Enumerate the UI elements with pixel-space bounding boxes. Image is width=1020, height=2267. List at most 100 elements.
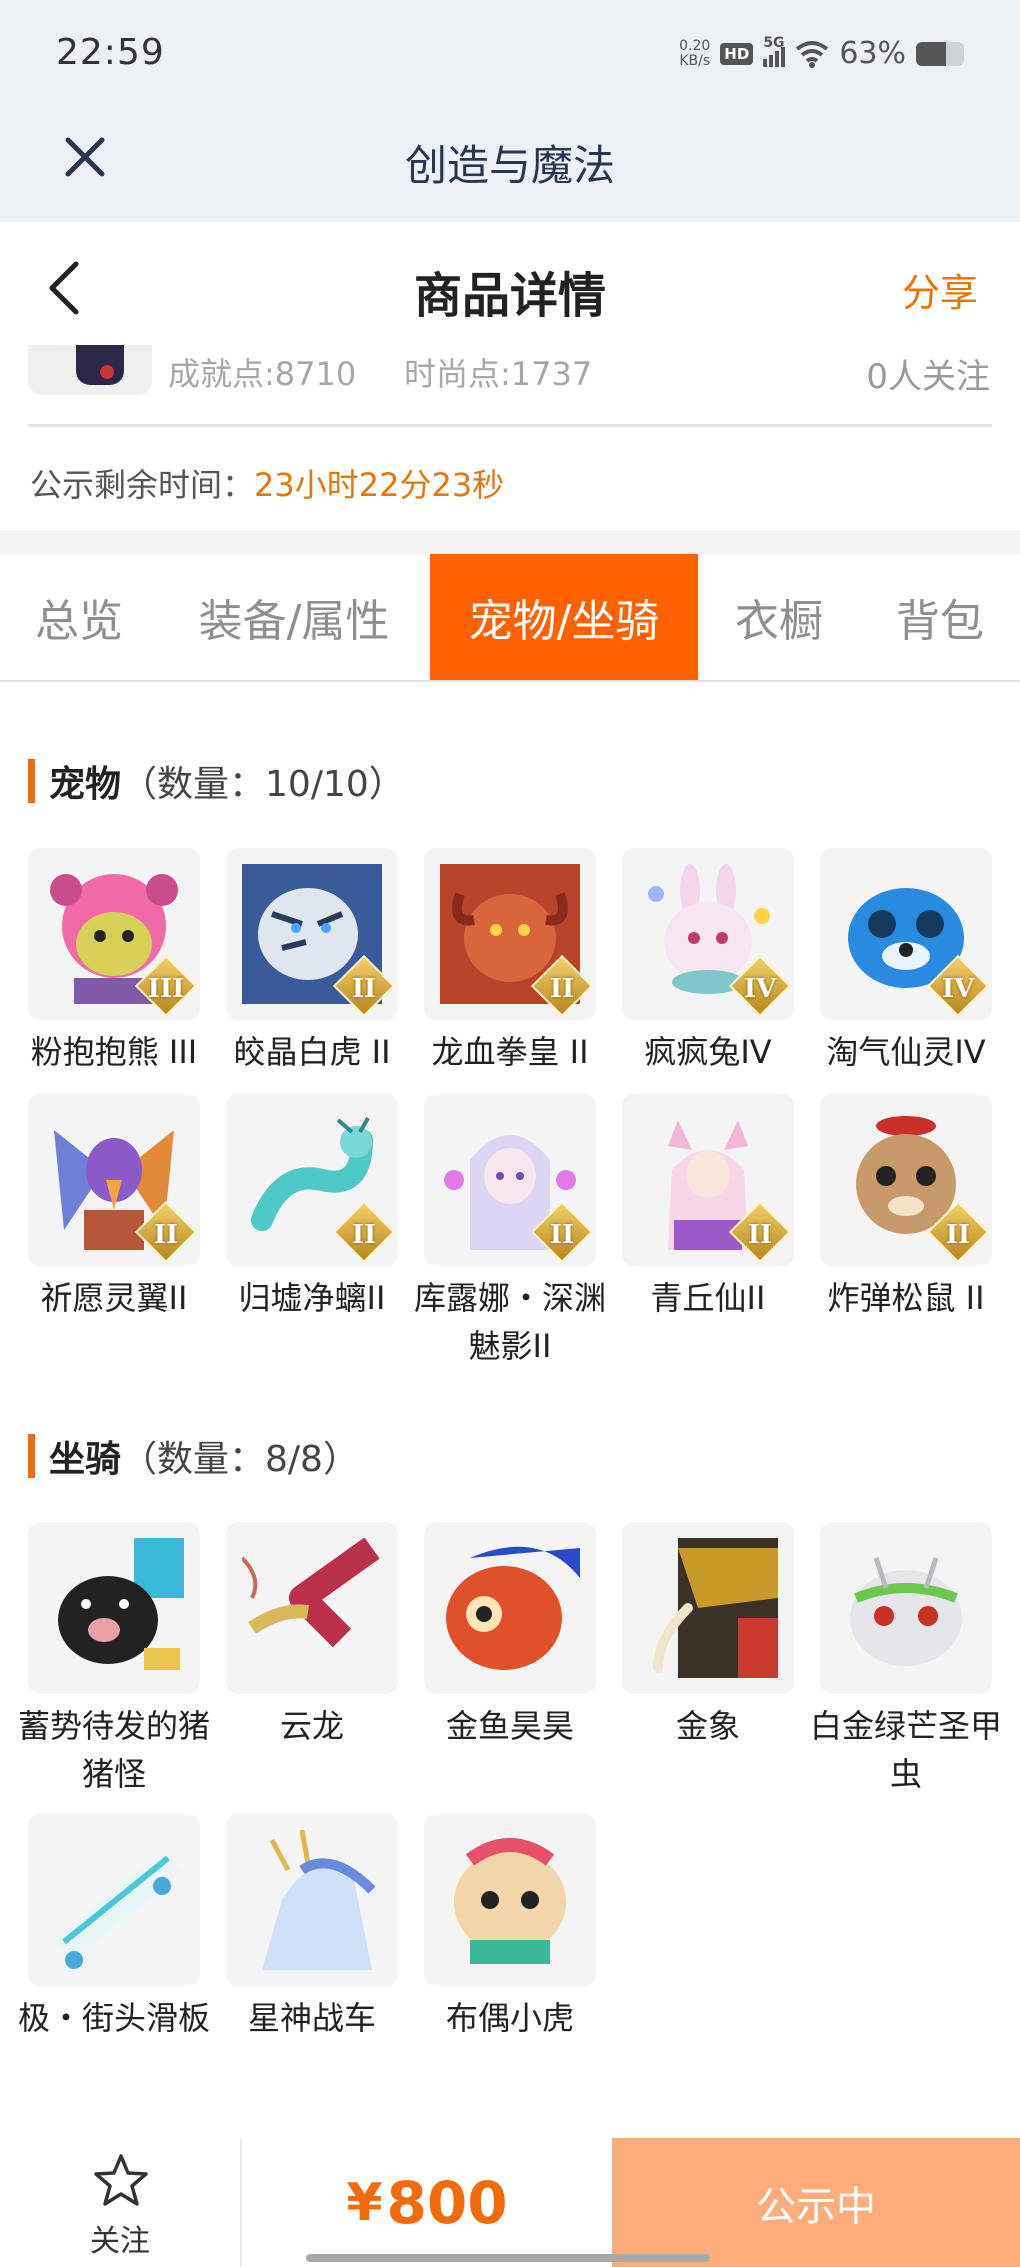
follow-label: 关注: [90, 2224, 150, 2259]
pet-item[interactable]: II 皎晶白虎 II: [226, 848, 398, 1076]
pet-item[interactable]: II 库露娜・深渊魅影II: [414, 1094, 606, 1370]
pet-item[interactable]: III 粉抱抱熊 III: [28, 848, 200, 1076]
goldfish-icon: [446, 1546, 580, 1670]
pet-thumbnail: II: [424, 1094, 596, 1266]
status-button[interactable]: 公示中: [612, 2138, 1020, 2267]
pet-item[interactable]: II 龙血拳皇 II: [424, 848, 596, 1076]
mount-item[interactable]: 云龙: [226, 1522, 398, 1750]
pet-thumbnail: II: [622, 1094, 794, 1266]
mount-name: 星神战车: [247, 1999, 376, 2037]
mount-name: 极・街头滑板: [17, 1999, 210, 2037]
section-accent-bar: [28, 759, 35, 803]
bottom-action-bar: 关注 ¥ 800 公示中: [0, 2138, 1020, 2267]
net-speed-unit: KB/s: [679, 52, 711, 69]
tab-pets-mounts[interactable]: 宠物/坐骑: [430, 554, 698, 680]
tab-equipment[interactable]: 装备/属性: [158, 554, 430, 680]
mount-item[interactable]: 星神战车: [226, 1814, 398, 2042]
page-title: 商品详情: [413, 268, 606, 324]
app-root: 22:59 0.20 KB/s HD 5G 63% 创造与魔法 商品详情 分享 …: [0, 0, 1020, 2267]
price: ¥ 800: [242, 2138, 612, 2267]
tab-bar: 总览 装备/属性 宠物/坐骑 衣橱 背包: [0, 554, 1020, 682]
pets-count: （数量：10/10）: [121, 764, 405, 805]
mount-item[interactable]: 蓄势待发的猪猪怪: [18, 1522, 210, 1798]
section-gap: [0, 530, 1020, 554]
pets-section-title: 宠物 （数量：10/10）: [28, 759, 405, 805]
follower-count: 0人关注: [866, 357, 990, 397]
share-button[interactable]: 分享: [902, 262, 978, 317]
status-bar: 22:59 0.20 KB/s HD 5G 63%: [0, 0, 1020, 110]
tier-label: III: [147, 974, 185, 1004]
publicity-countdown: 23小时22分23秒: [254, 466, 505, 504]
pet-name: 疯疯兔IV: [644, 1033, 772, 1071]
pet-item[interactable]: II 青丘仙II: [622, 1094, 794, 1322]
mount-name: 金鱼昊昊: [445, 1707, 574, 1745]
tier-label: II: [351, 1220, 377, 1250]
tab-wardrobe[interactable]: 衣橱: [698, 554, 860, 680]
achievement-points: 成就点:8710: [168, 355, 357, 393]
pet-name: 皎晶白虎 II: [233, 1033, 391, 1071]
star-icon: [94, 2154, 148, 2206]
pet-name: 淘气仙灵IV: [826, 1033, 986, 1071]
mount-name: 白金绿芒圣甲虫: [809, 1707, 1002, 1793]
net-speed: 0.20 KB/s: [679, 38, 711, 69]
currency-symbol: ¥: [346, 2172, 383, 2233]
mounts-title: 坐骑: [49, 1439, 122, 1480]
pet-thumbnail: IV: [820, 848, 992, 1020]
publicity-label: 公示剩余时间：: [30, 466, 255, 504]
divider: [28, 424, 992, 427]
mount-thumbnail: [424, 1814, 596, 1986]
status-time: 22:59: [56, 32, 165, 73]
pet-name: 青丘仙II: [650, 1279, 766, 1317]
mount-name: 云龙: [279, 1707, 344, 1745]
battery-percent: 63%: [839, 36, 906, 71]
price-amount: 800: [386, 2168, 508, 2237]
status-icons: 0.20 KB/s HD 5G 63%: [679, 35, 964, 71]
mount-name: 布偶小虎: [445, 1999, 574, 2037]
tab-backpack[interactable]: 背包: [860, 554, 1020, 680]
pet-item[interactable]: II 归墟净螭II: [226, 1094, 398, 1322]
pet-thumbnail: II: [226, 1094, 398, 1266]
star-chariot-icon: [262, 1830, 376, 1970]
pet-item[interactable]: II 祈愿灵翼II: [28, 1094, 200, 1322]
pet-thumbnail: II: [28, 1094, 200, 1266]
mounts-count: （数量：8/8）: [121, 1439, 359, 1480]
pet-item[interactable]: IV 疯疯兔IV: [622, 848, 794, 1076]
fashion-points: 时尚点:1737: [404, 355, 593, 393]
mounts-section-title: 坐骑 （数量：8/8）: [28, 1434, 359, 1480]
tier-label: II: [549, 1220, 575, 1250]
follow-button[interactable]: 关注: [0, 2138, 242, 2267]
mount-item[interactable]: 极・街头滑板: [18, 1814, 210, 2042]
skateboard-icon: [54, 1850, 184, 1969]
tier-label: II: [747, 1220, 773, 1250]
mount-name: 蓄势待发的猪猪怪: [17, 1707, 210, 1793]
app-header: 创造与魔法: [0, 110, 1020, 222]
mount-name: 金象: [675, 1707, 740, 1745]
battery-fill: [916, 41, 947, 66]
tier-label: II: [945, 1220, 971, 1250]
pet-item[interactable]: IV 淘气仙灵IV: [820, 848, 992, 1076]
mount-thumbnail: [820, 1522, 992, 1694]
doll-tiger-icon: [454, 1838, 566, 1964]
battery-icon: [916, 41, 964, 66]
app-title: 创造与魔法: [404, 141, 615, 190]
tier-label: II: [351, 974, 377, 1004]
mount-item[interactable]: 白金绿芒圣甲虫: [810, 1522, 1002, 1798]
mount-thumbnail: [424, 1522, 596, 1694]
pet-thumbnail: II: [424, 848, 596, 1020]
pet-name: 祈愿灵翼II: [40, 1279, 188, 1317]
mount-item[interactable]: 金象: [622, 1522, 794, 1750]
pet-thumbnail: II: [820, 1094, 992, 1266]
golden-elephant-icon: [653, 1538, 778, 1678]
signal-icon: 5G: [763, 35, 786, 67]
scarab-icon: [850, 1557, 962, 1666]
pet-item[interactable]: II 炸弹松鼠 II: [820, 1094, 992, 1322]
tier-label: IV: [743, 974, 777, 1004]
seller-stats: 成就点:8710 时尚点:1737 0人关注: [0, 345, 1020, 425]
mount-thumbnail: [622, 1522, 794, 1694]
pet-name: 龙血拳皇 II: [431, 1033, 589, 1071]
home-indicator[interactable]: [306, 2254, 710, 2262]
mount-item[interactable]: 金鱼昊昊: [424, 1522, 596, 1750]
mount-item[interactable]: 布偶小虎: [424, 1814, 596, 2042]
mount-thumbnail: [28, 1522, 200, 1694]
tab-overview[interactable]: 总览: [0, 554, 158, 680]
